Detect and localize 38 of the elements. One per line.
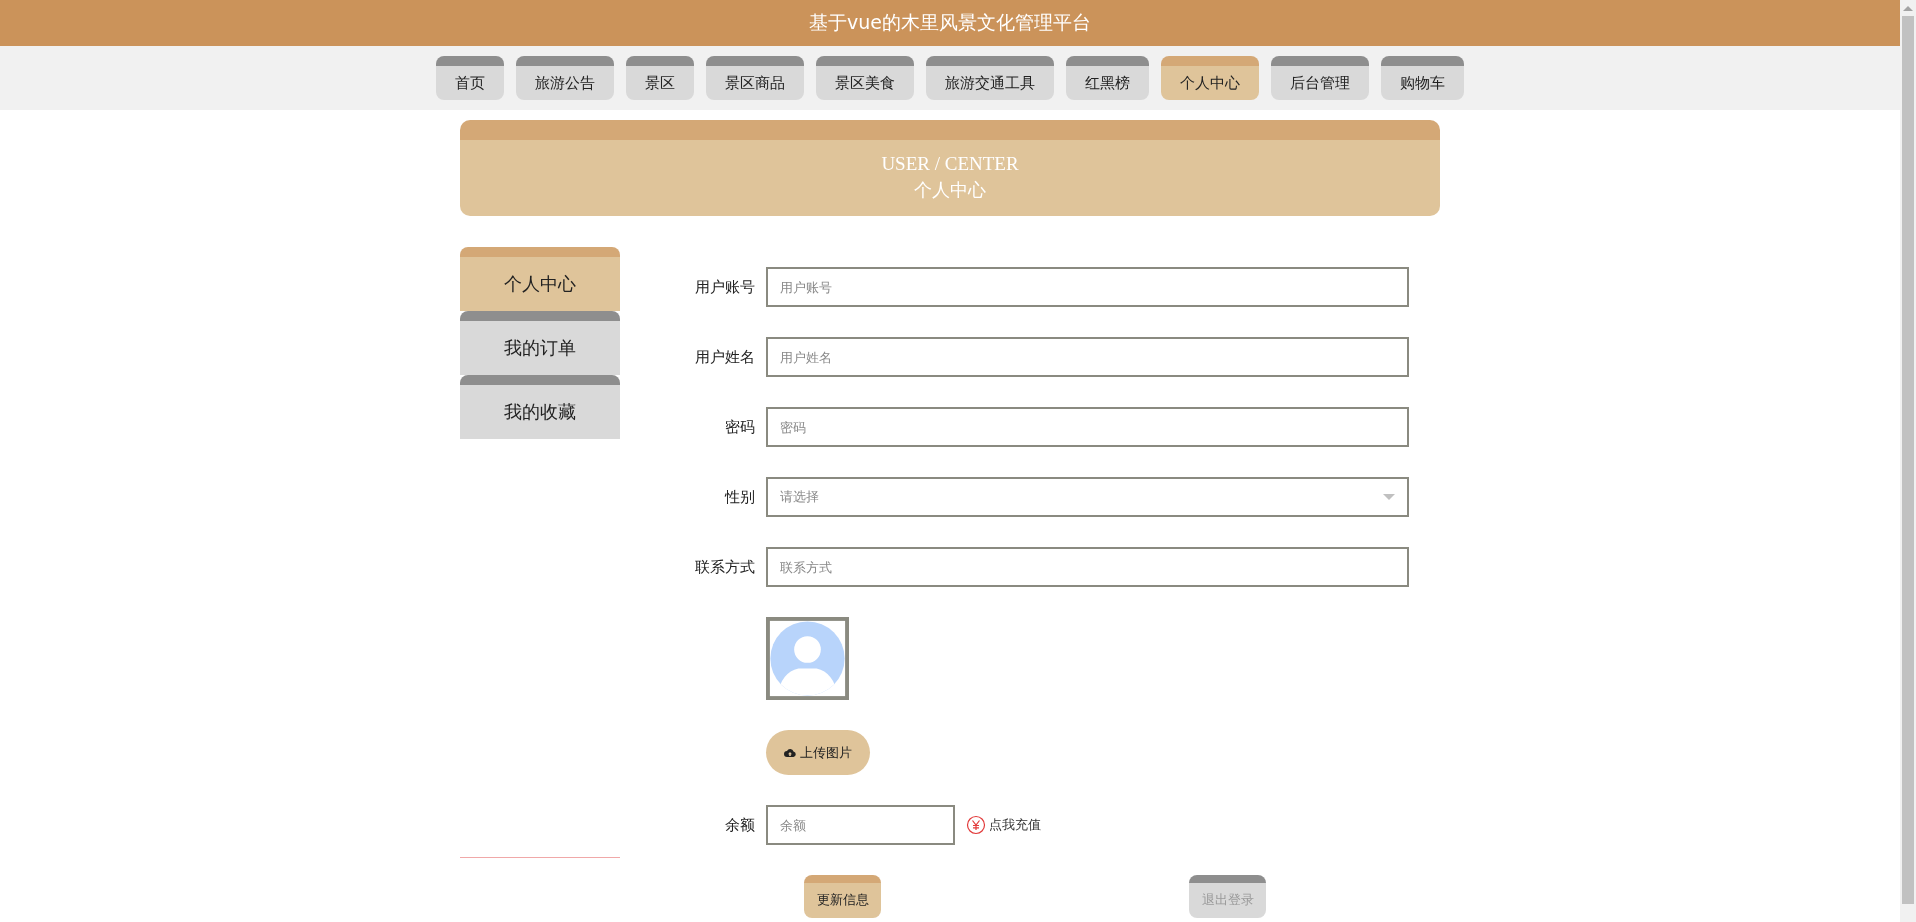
input-field[interactable]: 用户账号 [766, 267, 1409, 307]
field-label: 性别 [723, 487, 755, 507]
nav-tab[interactable]: 景区 [626, 56, 694, 100]
field-label: 密码 [724, 417, 755, 437]
input-field[interactable]: 用户姓名 [766, 337, 1409, 377]
nav-tab[interactable]: 景区商品 [706, 56, 804, 100]
recharge-link[interactable]: 点我充值 [966, 815, 1041, 835]
update-button[interactable]: 更新信息 [804, 875, 881, 918]
nav-tab[interactable]: 旅游交通工具 [926, 56, 1054, 100]
field-label: 联系方式 [694, 557, 755, 577]
nav-tab[interactable]: 购物车 [1381, 56, 1464, 100]
gender-select[interactable]: 请选择 [766, 477, 1409, 517]
scroll-up-icon[interactable] [1903, 6, 1913, 11]
nav-tab[interactable]: 个人中心 [1161, 56, 1259, 100]
input-field[interactable]: 联系方式 [766, 547, 1409, 587]
nav-tab[interactable]: 景区美食 [816, 56, 914, 100]
scrollbar[interactable] [1900, 0, 1916, 922]
balance-field[interactable]: 余额 [766, 805, 955, 845]
nav-tab[interactable]: 红黑榜 [1066, 56, 1149, 100]
sidebar-item[interactable]: 我的订单 [460, 311, 620, 375]
caret-icon [1383, 494, 1395, 500]
yen-icon [966, 815, 986, 835]
site-title: 基于vue的木里风景文化管理平台 [809, 10, 1091, 35]
banner-subtitle: USER / CENTER [881, 152, 1019, 176]
field-label: 用户姓名 [694, 347, 755, 367]
password-field[interactable]: 密码 [766, 407, 1409, 447]
banner-title: 个人中心 [914, 179, 986, 202]
scrollbar-thumb[interactable] [1902, 16, 1914, 904]
upload-button[interactable]: 上传图片 [766, 730, 870, 775]
cloud-upload-icon [784, 747, 796, 758]
nav-tab[interactable]: 首页 [436, 56, 504, 100]
avatar-placeholder-icon [766, 617, 849, 700]
field-label: 用户账号 [694, 277, 755, 297]
nav-tab[interactable]: 旅游公告 [516, 56, 614, 100]
sidebar-item[interactable]: 个人中心 [460, 247, 620, 311]
sidebar-item[interactable]: 我的收藏 [460, 375, 620, 439]
nav-tab[interactable]: 后台管理 [1271, 56, 1369, 100]
field-label: 余额 [724, 815, 755, 835]
